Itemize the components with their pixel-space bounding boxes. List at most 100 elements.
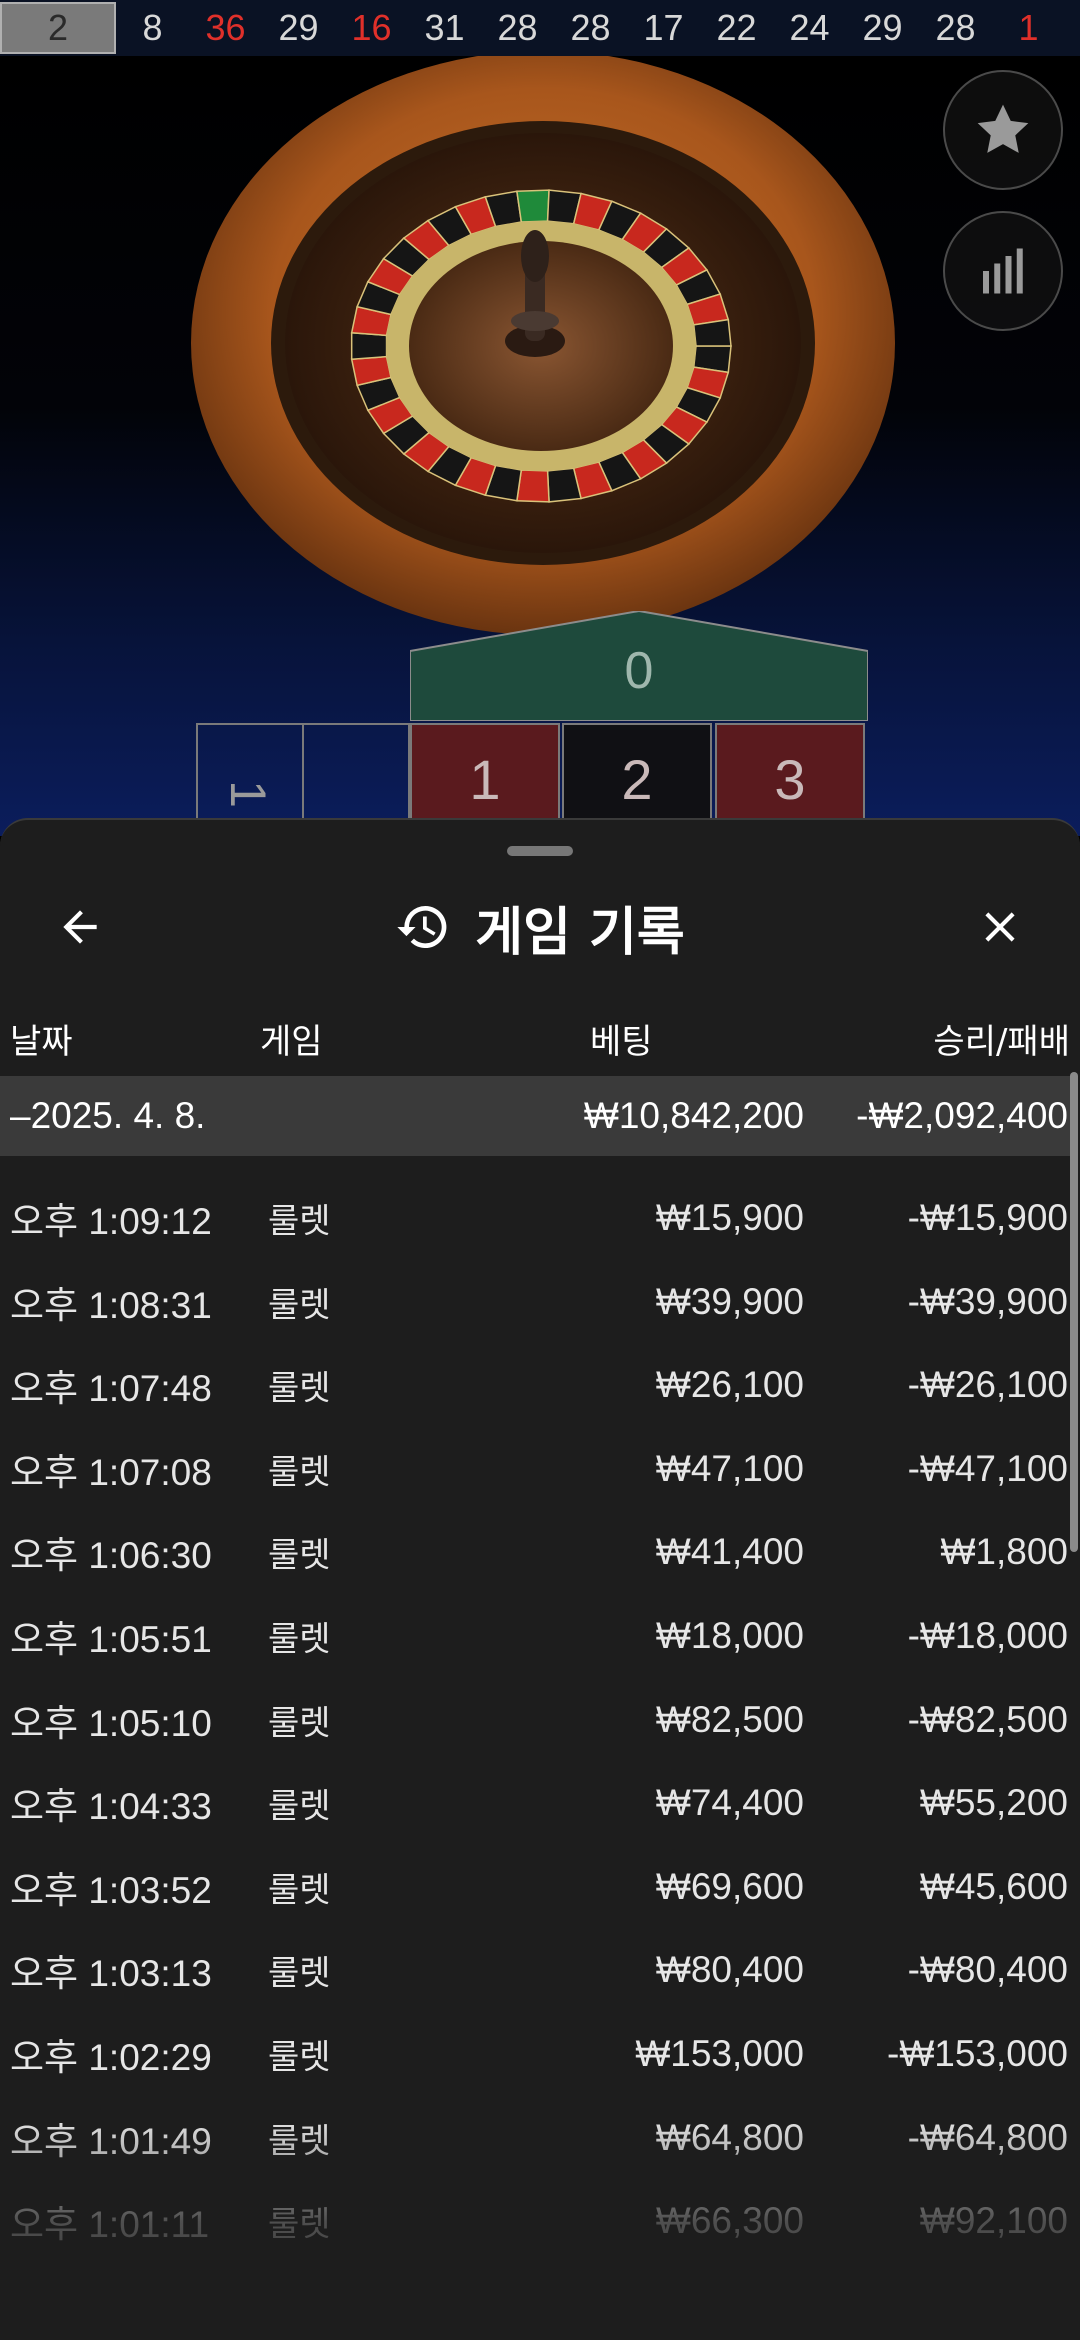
- date-group-bet-total: ₩10,842,200: [583, 1095, 804, 1136]
- row-time: 오후 1:05:10: [10, 1702, 212, 1744]
- history-row[interactable]: 오후 1:03:13 룰렛 ₩80,400 -₩80,400: [0, 1928, 1070, 2012]
- row-bet: ₩69,600: [655, 1865, 804, 1907]
- result-number: 22: [716, 7, 757, 48]
- column-result: 승리/패배: [933, 1022, 1070, 1062]
- date-group-date: –2025. 4. 8.: [10, 1095, 206, 1136]
- panel-title-wrap: 게임 기록: [0, 872, 1080, 982]
- row-bet: ₩66,300: [655, 2200, 804, 2242]
- close-icon: [985, 912, 1015, 942]
- bet-cell-number[interactable]: 3: [715, 723, 865, 833]
- row-time: 오후 1:02:29: [10, 2037, 212, 2078]
- bet-cell-number[interactable]: 2: [562, 723, 712, 833]
- result-number: 17: [643, 7, 684, 48]
- zero-label: 0: [624, 642, 654, 700]
- row-game: 룰렛: [268, 1452, 331, 1493]
- bar-chart-icon: [983, 248, 1023, 294]
- row-time: 오후 1:04:33: [10, 1786, 212, 1828]
- date-group-row[interactable]: –2025. 4. 8. ₩10,842,200 -₩2,092,400: [0, 1076, 1070, 1156]
- history-row[interactable]: 오후 1:07:48 룰렛 ₩26,100 -₩26,100: [0, 1343, 1070, 1427]
- row-time: 오후 1:07:08: [10, 1451, 212, 1493]
- panel-header: 게임 기록: [0, 872, 1080, 982]
- column-bet: 베팅: [590, 1022, 653, 1062]
- row-game: 룰렛: [268, 1953, 331, 1994]
- back-button[interactable]: [40, 892, 120, 962]
- wheel-pocket: [516, 189, 550, 223]
- history-row[interactable]: 오후 1:03:52 룰렛 ₩69,600 ₩45,600: [0, 1845, 1070, 1929]
- row-result: ₩1,800: [940, 1531, 1068, 1573]
- history-row[interactable]: 오후 1:05:51 룰렛 ₩18,000 -₩18,000: [0, 1594, 1070, 1678]
- row-bet: ₩41,400: [655, 1531, 804, 1573]
- row-game: 룰렛: [268, 1285, 331, 1326]
- star-icon: [977, 104, 1029, 153]
- row-result: ₩45,600: [919, 1865, 1068, 1907]
- history-row[interactable]: 오후 1:04:33 룰렛 ₩74,400 ₩55,200: [0, 1761, 1070, 1845]
- row-bet: ₩74,400: [655, 1782, 804, 1824]
- row-result: -₩15,900: [907, 1197, 1068, 1238]
- drag-handle[interactable]: [507, 846, 573, 856]
- history-row[interactable]: 오후 1:01:49 룰렛 ₩64,800 -₩64,800: [0, 2096, 1070, 2180]
- row-result: -₩80,400: [907, 1949, 1068, 1991]
- row-result: ₩92,100: [919, 2200, 1068, 2242]
- date-group-result-total: -₩2,092,400: [856, 1095, 1068, 1136]
- result-number: 29: [862, 7, 903, 48]
- row-game: 룰렛: [268, 2121, 331, 2162]
- result-number: 24: [789, 7, 830, 48]
- row-bet: ₩80,400: [655, 1949, 804, 1991]
- row-time: 오후 1:07:48: [10, 1368, 212, 1410]
- history-row[interactable]: 오후 1:02:29 룰렛 ₩153,000 -₩153,000: [0, 2012, 1070, 2096]
- history-row[interactable]: 오후 1:01:11 룰렛 ₩66,300 ₩92,100: [0, 2179, 1070, 2263]
- close-button[interactable]: [960, 892, 1040, 962]
- game-history-panel: 게임 기록 날짜 게임 베팅 승리/패배 –2025. 4. 8. ₩10,84…: [0, 818, 1080, 2340]
- column-game: 게임: [260, 1022, 323, 1062]
- statistics-button[interactable]: [943, 211, 1063, 331]
- row-result: ₩55,200: [919, 1782, 1068, 1824]
- row-result: -₩153,000: [887, 2033, 1068, 2074]
- result-number: 2: [0, 2, 116, 54]
- favorite-button[interactable]: [943, 70, 1063, 190]
- column-headers: 날짜 게임 베팅 승리/패배: [0, 1006, 1080, 1066]
- wheel-pocket: [350, 331, 388, 361]
- row-game: 룰렛: [268, 1870, 331, 1911]
- bet-cell-zero[interactable]: 0: [410, 611, 868, 721]
- row-bet: ₩39,900: [655, 1280, 804, 1322]
- result-number: 8: [142, 7, 163, 48]
- row-game: 룰렛: [268, 1368, 331, 1409]
- row-time: 오후 1:05:51: [10, 1619, 212, 1660]
- wheel-pocket: [516, 469, 550, 503]
- recent-results-strip: 2 8 36 29 16 31 28 28 17 22 24 29 28 1: [0, 0, 1080, 56]
- row-bet: ₩15,900: [655, 1197, 804, 1238]
- history-row[interactable]: 오후 1:08:31 룰렛 ₩39,900 -₩39,900: [0, 1260, 1070, 1344]
- row-time: 오후 1:01:49: [10, 2120, 212, 2162]
- row-result: -₩18,000: [907, 1615, 1068, 1656]
- column-date: 날짜: [10, 1022, 73, 1062]
- row-bet: ₩18,000: [655, 1615, 804, 1656]
- row-bet: ₩47,100: [655, 1447, 804, 1489]
- result-number: 36: [205, 7, 246, 48]
- row-result: -₩64,800: [907, 2116, 1068, 2158]
- row-game: 룰렛: [268, 2037, 331, 2078]
- result-number: 28: [497, 7, 538, 48]
- row-bet: ₩82,500: [655, 1698, 804, 1740]
- arrow-left-icon: [63, 910, 97, 944]
- row-game: 룰렛: [268, 1703, 331, 1744]
- scrollbar[interactable]: [1070, 1072, 1078, 1552]
- row-time: 오후 1:03:13: [10, 1953, 212, 1995]
- history-row[interactable]: 오후 1:07:08 룰렛 ₩47,100 -₩47,100: [0, 1427, 1070, 1511]
- history-row[interactable]: 오후 1:09:12 룰렛 ₩15,900 -₩15,900: [0, 1176, 1070, 1260]
- row-game: 룰렛: [268, 1619, 331, 1660]
- wheel-pocket: [692, 318, 732, 347]
- history-row[interactable]: 오후 1:06:30 룰렛 ₩41,400 ₩1,800: [0, 1510, 1070, 1594]
- history-row[interactable]: 오후 1:05:10 룰렛 ₩82,500 -₩82,500: [0, 1678, 1070, 1762]
- row-time: 오후 1:06:30: [10, 1535, 212, 1577]
- row-result: -₩82,500: [907, 1698, 1068, 1740]
- bet-cell-left-label: 1: [219, 780, 276, 808]
- row-time: 오후 1:09:12: [10, 1201, 212, 1242]
- result-number: 28: [935, 7, 976, 48]
- row-game: 룰렛: [268, 1201, 331, 1242]
- panel-title: 게임 기록: [475, 902, 685, 963]
- bet-cell-number[interactable]: 1: [410, 723, 560, 833]
- row-bet: ₩153,000: [635, 2033, 804, 2074]
- game-scene: 0 1 123: [0, 56, 1080, 843]
- row-bet: ₩64,800: [655, 2116, 804, 2158]
- result-number: 29: [278, 7, 319, 48]
